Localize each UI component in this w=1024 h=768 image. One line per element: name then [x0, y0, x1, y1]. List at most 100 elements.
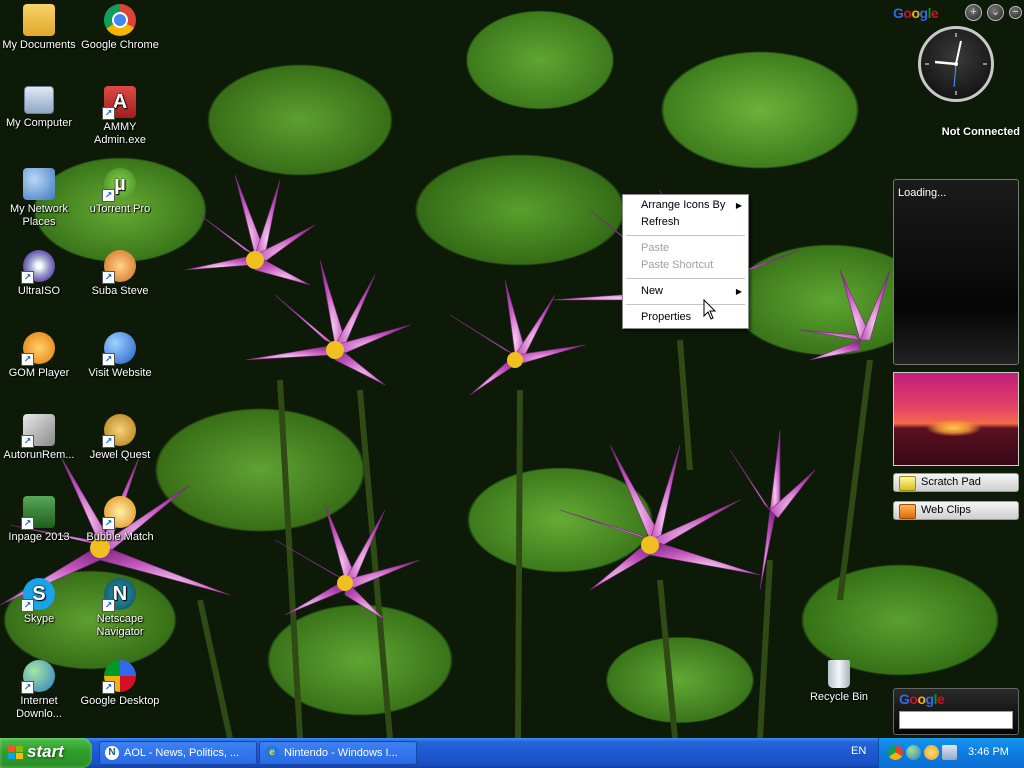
- desktop-icon-jewel-quest[interactable]: ↗ Jewel Quest: [79, 414, 161, 462]
- desktop-icon-label: My Documents: [2, 39, 76, 51]
- chrome-tray-icon[interactable]: [888, 745, 903, 760]
- menu-item-label: Refresh: [641, 216, 680, 228]
- desktop-context-menu: Arrange Icons By ▶ Refresh Paste Paste S…: [622, 194, 749, 329]
- google-search-gadget: Google: [893, 688, 1019, 735]
- google-sidebar-header: Google + ⌄ −: [893, 3, 1022, 21]
- windows-logo-icon: [8, 746, 23, 759]
- menu-item-properties[interactable]: Properties: [623, 309, 748, 326]
- notepad-icon: [899, 476, 916, 491]
- desktop-icon-label: GOM Player: [8, 367, 70, 379]
- desktop-icon-utorrent-pro[interactable]: µ ↗ uTorrent Pro: [79, 168, 161, 216]
- analog-clock-gadget[interactable]: [918, 26, 994, 102]
- desktop-icon-my-documents[interactable]: My Documents: [0, 4, 80, 52]
- menu-item-label: New: [641, 285, 664, 297]
- shortcut-arrow-icon: ↗: [21, 517, 34, 530]
- submenu-arrow-icon: ▶: [735, 201, 742, 210]
- desktop-icon-my-computer[interactable]: My Computer: [0, 86, 80, 130]
- desktop-icon-gom-player[interactable]: ↗ GOM Player: [0, 332, 80, 380]
- desktop-icon-google-chrome[interactable]: Google Chrome: [79, 4, 161, 52]
- desktop-icon-my-network-places[interactable]: My Network Places: [0, 168, 80, 229]
- menu-item-arrange-icons-by[interactable]: Arrange Icons By ▶: [623, 197, 748, 214]
- desktop-icon-label: Skype: [23, 613, 55, 625]
- scratch-pad-gadget[interactable]: Scratch Pad: [893, 473, 1019, 492]
- desktop-icon-label: Bubble Match: [86, 531, 154, 543]
- menu-item-paste: Paste: [623, 240, 748, 257]
- taskbar-clock[interactable]: 3:46 PM: [968, 746, 1009, 758]
- shortcut-arrow-icon: ↗: [21, 435, 34, 448]
- desktop-icon-label: Suba Steve: [91, 285, 149, 297]
- network-icon: [23, 168, 55, 200]
- submenu-arrow-icon: ▶: [735, 287, 742, 296]
- ammy-admin-icon: A ↗: [102, 86, 136, 120]
- desktop-icon-ultraiso[interactable]: ↗ UltraISO: [0, 250, 80, 298]
- desktop-icon-label: AutorunRem...: [3, 449, 75, 461]
- shortcut-arrow-icon: ↗: [102, 107, 115, 120]
- desktop-icon-recycle-bin[interactable]: Recycle Bin: [798, 660, 880, 704]
- taskbar: start N AOL - News, Politics, ... e Nint…: [0, 738, 1024, 768]
- netscape-icon: N ↗: [102, 578, 136, 612]
- desktop-icon-label: uTorrent Pro: [89, 203, 151, 215]
- web-clips-label: Web Clips: [921, 504, 971, 516]
- jewel-quest-icon: ↗: [102, 414, 136, 448]
- desktop-icon-label: Jewel Quest: [89, 449, 151, 461]
- desktop-icon-suba-steve[interactable]: ↗ Suba Steve: [79, 250, 161, 298]
- start-button[interactable]: start: [0, 738, 92, 768]
- news-gadget[interactable]: Loading...: [893, 179, 1019, 365]
- desktop-icon-google-desktop[interactable]: ↗ Google Desktop: [79, 660, 161, 708]
- menu-item-new[interactable]: New ▶: [623, 283, 748, 300]
- bubble-match-icon: ↗: [102, 496, 136, 530]
- display-tray-icon[interactable]: [942, 745, 957, 760]
- mouse-cursor-icon: [703, 299, 717, 320]
- desktop-icon-autorun-remover[interactable]: ↗ AutorunRem...: [0, 414, 80, 462]
- menu-separator: [626, 278, 745, 279]
- internet-download-icon: ↗: [21, 660, 55, 694]
- taskbar-button-aol[interactable]: N AOL - News, Politics, ...: [99, 741, 257, 765]
- sidebar-menu-button[interactable]: ⌄: [987, 4, 1004, 21]
- shortcut-arrow-icon: ↗: [102, 435, 115, 448]
- menu-item-label: Properties: [641, 311, 692, 323]
- desktop-icon-bubble-match[interactable]: ↗ Bubble Match: [79, 496, 161, 544]
- shortcut-arrow-icon: ↗: [102, 681, 115, 694]
- add-gadget-button[interactable]: +: [965, 4, 982, 21]
- desktop-icon-label: AMMY Admin.exe: [94, 121, 146, 146]
- menu-separator: [626, 235, 745, 236]
- loading-text: Loading...: [898, 187, 947, 199]
- ultraiso-icon: ↗: [21, 250, 55, 284]
- skype-icon: S ↗: [21, 578, 55, 612]
- inpage-icon: ↗: [21, 496, 55, 530]
- menu-item-refresh[interactable]: Refresh: [623, 214, 748, 231]
- desktop-icon-skype[interactable]: S ↗ Skype: [0, 578, 80, 626]
- chrome-icon: [104, 4, 136, 36]
- web-clips-gadget[interactable]: Web Clips: [893, 501, 1019, 520]
- shortcut-arrow-icon: ↗: [21, 271, 34, 284]
- google-search-input[interactable]: [899, 711, 1013, 729]
- menu-item-paste-shortcut: Paste Shortcut: [623, 257, 748, 274]
- desktop-icon-internet-download[interactable]: ↗ Internet Downlo...: [0, 660, 80, 721]
- desktop-icon-netscape[interactable]: N ↗ Netscape Navigator: [79, 578, 161, 639]
- clock-face-icon: [925, 33, 987, 95]
- language-indicator[interactable]: EN: [851, 745, 866, 757]
- photo-slideshow-gadget[interactable]: [893, 372, 1019, 466]
- menu-item-label: Paste: [641, 242, 670, 254]
- desktop-icon-visit-website[interactable]: ↗ Visit Website: [79, 332, 161, 380]
- shortcut-arrow-icon: ↗: [102, 517, 115, 530]
- desktop-icon-label: UltraISO: [17, 285, 61, 297]
- rss-icon: [899, 504, 916, 519]
- desktop-icon-label: Inpage 2013: [8, 531, 70, 543]
- folder-icon: [23, 4, 55, 36]
- desktop-icon-label: Recycle Bin: [809, 691, 869, 703]
- desktop-icon-label: Visit Website: [88, 367, 152, 379]
- messenger-tray-icon[interactable]: [924, 745, 939, 760]
- sidebar-minimize-button[interactable]: −: [1009, 6, 1022, 19]
- globe-icon: ↗: [102, 332, 136, 366]
- recycle-bin-icon: [828, 660, 850, 688]
- aol-icon: N: [105, 746, 119, 760]
- desktop-icon-ammy-admin[interactable]: A ↗ AMMY Admin.exe: [79, 86, 161, 147]
- taskbar-button-label: Nintendo - Windows I...: [284, 747, 398, 759]
- shortcut-arrow-icon: ↗: [102, 353, 115, 366]
- desktop-icon-inpage[interactable]: ↗ Inpage 2013: [0, 496, 80, 544]
- network-tray-icon[interactable]: [906, 745, 921, 760]
- scratch-pad-label: Scratch Pad: [921, 476, 981, 488]
- taskbar-button-nintendo[interactable]: e Nintendo - Windows I...: [259, 741, 417, 765]
- shortcut-arrow-icon: ↗: [21, 681, 34, 694]
